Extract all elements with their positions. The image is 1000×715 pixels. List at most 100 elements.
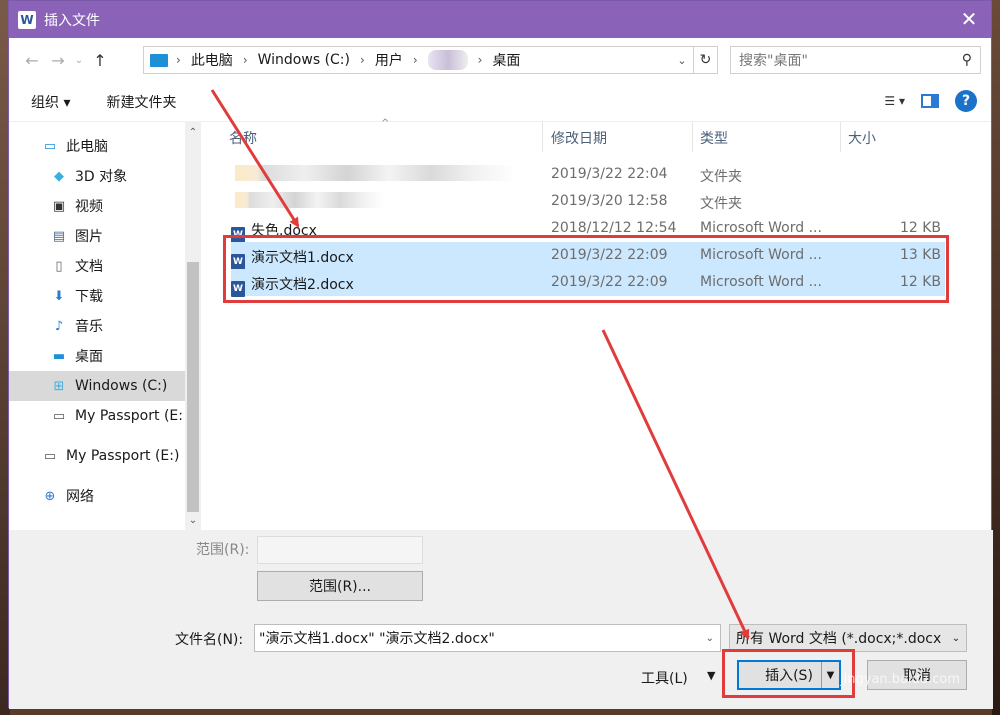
filename-input[interactable]: "演示文档1.docx" "演示文档2.docx" ⌄ <box>254 624 721 652</box>
close-icon[interactable]: ✕ <box>957 7 981 31</box>
desktop-icon: ▬ <box>52 348 66 364</box>
chevron-down-icon: ⌄ <box>946 625 966 651</box>
search-placeholder: 搜索"桌面" <box>739 53 808 69</box>
window-title: 插入文件 <box>44 12 100 29</box>
filename-value: "演示文档1.docx" "演示文档2.docx" <box>259 631 495 647</box>
preview-pane-icon[interactable] <box>921 94 939 108</box>
address-dropdown-icon[interactable]: ⌄ <box>671 54 693 67</box>
range-button[interactable]: 范围(R)... <box>257 571 423 601</box>
range-label: 范围(R): <box>196 542 250 558</box>
sidebar-item-desktop[interactable]: ▬ 桌面 <box>9 341 185 371</box>
sidebar-item-label: Windows (C:) <box>75 378 168 394</box>
file-type: Microsoft Word ... <box>700 220 822 236</box>
sidebar-item-videos[interactable]: ▣ 视频 <box>9 191 185 221</box>
sidebar-item-my-passport-root[interactable]: ▭ My Passport (E:) <box>9 441 185 471</box>
file-row[interactable]: 2019/3/22 22:04 文件夹 <box>219 161 951 188</box>
computer-icon <box>150 53 168 67</box>
download-icon: ⬇ <box>53 288 65 304</box>
filetype-select[interactable]: 所有 Word 文档 (*.docx;*.docx ⌄ <box>729 624 967 652</box>
sort-up-icon: ^ <box>381 118 390 129</box>
picture-icon: ▤ <box>52 228 66 244</box>
breadcrumb-windows-c[interactable]: Windows (C:) <box>258 52 350 68</box>
sidebar-item-label: 3D 对象 <box>75 169 128 185</box>
blurred-folder-name <box>235 165 515 181</box>
sidebar-item-label: My Passport (E: <box>75 408 183 424</box>
column-type[interactable]: 类型 <box>700 128 728 148</box>
network-icon: ⊕ <box>44 488 56 504</box>
filename-label: 文件名(N): <box>175 632 244 648</box>
file-date: 2018/12/12 12:54 <box>551 220 677 236</box>
usb-drive-icon: ▭ <box>52 408 66 424</box>
video-icon: ▣ <box>52 198 66 214</box>
sidebar-item-documents[interactable]: ▯ 文档 <box>9 251 185 281</box>
breadcrumb-user-blurred[interactable] <box>427 50 468 70</box>
file-date: 2019/3/22 22:04 <box>551 166 668 182</box>
navigation-bar: ← → ⌄ ↑ › 此电脑 › Windows (C:) › 用户 › › 桌面… <box>9 38 991 82</box>
refresh-icon[interactable]: ↻ <box>693 47 717 73</box>
navigation-pane: ▭ 此电脑 ◆ 3D 对象 ▣ 视频 ▤ 图片 ▯ 文档 ⬇ 下载 ♪ 音乐 ▬… <box>9 122 185 530</box>
column-divider[interactable] <box>542 122 543 152</box>
column-size[interactable]: 大小 <box>848 128 876 148</box>
recent-dropdown-icon[interactable]: ⌄ <box>71 47 87 73</box>
file-type: 文件夹 <box>700 169 742 185</box>
help-icon[interactable]: ? <box>955 90 977 112</box>
drive-icon: ⊞ <box>53 378 65 394</box>
sidebar-item-label: 下载 <box>75 289 103 305</box>
sidebar-item-my-passport[interactable]: ▭ My Passport (E: <box>9 401 185 431</box>
sidebar-item-3d-objects[interactable]: ◆ 3D 对象 <box>9 161 185 191</box>
sidebar-item-this-pc[interactable]: ▭ 此电脑 <box>9 131 185 161</box>
annotation-highlight-box <box>223 235 949 303</box>
scrollbar-thumb[interactable] <box>187 262 199 512</box>
organize-button[interactable]: 组织 ▾ <box>31 92 70 112</box>
watermark: jingyan.baidu.com <box>840 672 960 687</box>
insert-file-dialog: W 插入文件 ✕ ← → ⌄ ↑ › 此电脑 › Windows (C:) › … <box>8 0 993 709</box>
sidebar-item-windows-c[interactable]: ⊞ Windows (C:) <box>9 371 185 401</box>
document-icon: ▯ <box>55 258 63 274</box>
search-box[interactable]: 搜索"桌面" ⚲ <box>730 46 981 74</box>
sidebar-item-label: 音乐 <box>75 319 103 335</box>
new-folder-button[interactable]: 新建文件夹 <box>106 92 176 112</box>
sidebar-item-label: 视频 <box>75 199 103 215</box>
scroll-up-icon[interactable]: ⌃ <box>185 124 201 140</box>
up-arrow-icon[interactable]: ↑ <box>87 47 113 73</box>
breadcrumb-this-pc[interactable]: 此电脑 <box>191 50 233 70</box>
breadcrumb-desktop[interactable]: 桌面 <box>492 50 520 70</box>
address-bar[interactable]: › 此电脑 › Windows (C:) › 用户 › › 桌面 ⌄ ↻ <box>143 46 718 74</box>
command-toolbar: 组织 ▾ 新建文件夹 ☰ ▾ ? <box>9 82 991 122</box>
title-bar[interactable]: W 插入文件 ✕ <box>9 1 991 38</box>
file-list: 名称 ^ 修改日期 类型 大小 2019/3/22 22:04 文件夹 2019… <box>219 118 951 530</box>
chevron-right-icon: › <box>360 53 365 67</box>
sidebar-item-network[interactable]: ⊕ 网络 <box>9 481 185 511</box>
file-row[interactable]: 2019/3/20 12:58 文件夹 <box>219 188 951 215</box>
file-date: 2019/3/20 12:58 <box>551 193 668 209</box>
computer-icon: ▭ <box>43 138 57 154</box>
filetype-value: 所有 Word 文档 (*.docx;*.docx <box>736 631 942 647</box>
word-app-icon: W <box>18 10 36 29</box>
sidebar-item-label: 桌面 <box>75 349 103 365</box>
address-controls: ⌄ ↻ <box>671 47 717 73</box>
sidebar-item-pictures[interactable]: ▤ 图片 <box>9 221 185 251</box>
sidebar-scrollbar[interactable]: ⌃ ⌄ <box>185 122 201 530</box>
filename-dropdown-icon[interactable]: ⌄ <box>706 633 714 644</box>
column-divider[interactable] <box>840 122 841 152</box>
sidebar-item-label: 文档 <box>75 259 103 275</box>
search-icon: ⚲ <box>961 52 972 68</box>
column-divider[interactable] <box>692 122 693 152</box>
annotation-insert-box <box>722 649 855 698</box>
file-list-header: 名称 ^ 修改日期 类型 大小 <box>219 118 951 152</box>
sidebar-item-downloads[interactable]: ⬇ 下载 <box>9 281 185 311</box>
back-arrow-icon[interactable]: ← <box>19 47 45 73</box>
scroll-down-icon[interactable]: ⌄ <box>185 512 201 528</box>
view-options-icon[interactable]: ☰ ▾ <box>884 94 905 108</box>
tools-button[interactable]: 工具(L) <box>641 668 688 688</box>
sidebar-item-label: 网络 <box>66 489 94 505</box>
forward-arrow-icon[interactable]: → <box>45 47 71 73</box>
breadcrumb-users[interactable]: 用户 <box>375 50 403 70</box>
cube-icon: ◆ <box>54 168 64 184</box>
range-field <box>257 536 423 564</box>
column-date[interactable]: 修改日期 <box>551 128 607 148</box>
sidebar-item-music[interactable]: ♪ 音乐 <box>9 311 185 341</box>
tools-dropdown-icon[interactable]: ▼ <box>707 669 715 682</box>
main-area: ▭ 此电脑 ◆ 3D 对象 ▣ 视频 ▤ 图片 ▯ 文档 ⬇ 下载 ♪ 音乐 ▬… <box>9 118 993 530</box>
column-name[interactable]: 名称 <box>229 128 257 148</box>
